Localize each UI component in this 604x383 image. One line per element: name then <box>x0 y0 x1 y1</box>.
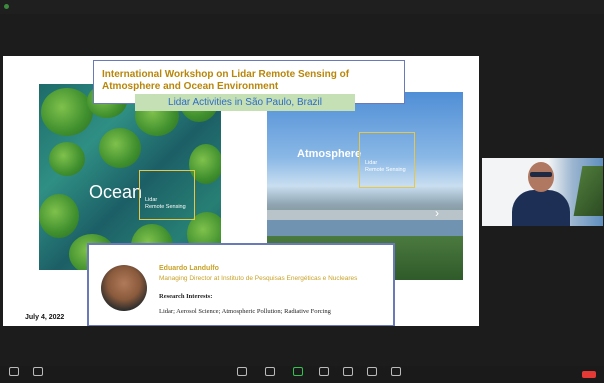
ocean-frame <box>139 170 195 220</box>
chevron-right-icon[interactable]: › <box>435 206 439 220</box>
reactions-icon <box>367 367 377 376</box>
mic-button[interactable] <box>4 367 24 376</box>
slide-date: July 4, 2022 <box>25 314 65 321</box>
window-titlebar <box>0 0 604 14</box>
mic-icon <box>9 367 19 376</box>
atmosphere-sub-label: Lidar Remote Sensing <box>365 160 406 173</box>
participants-icon <box>265 367 275 376</box>
reactions-button[interactable] <box>362 367 382 376</box>
research-heading: Research Interests: <box>159 293 213 300</box>
record-button[interactable] <box>338 367 358 376</box>
presenter-card: Eduardo Landulfo Managing Director at In… <box>87 243 395 326</box>
research-list: Lidar; Aerosol Science; Atmospheric Poll… <box>159 308 331 315</box>
camera-icon <box>33 367 43 376</box>
atmosphere-label: Atmosphere <box>297 148 362 160</box>
app-status-icon <box>4 4 9 9</box>
shared-slide: Ocean Lidar Remote Sensing Atmosphere Li… <box>3 56 479 326</box>
participant-video-tile[interactable] <box>482 158 603 226</box>
chat-button[interactable] <box>314 367 334 376</box>
security-button[interactable] <box>232 367 252 376</box>
ocean-sub-label: Lidar Remote Sensing <box>145 197 186 210</box>
presenter-role: Managing Director at Instituto de Pesqui… <box>159 275 358 282</box>
apps-button[interactable] <box>386 367 406 376</box>
share-screen-icon <box>293 367 303 376</box>
camera-button[interactable] <box>28 367 48 376</box>
security-icon <box>237 367 247 376</box>
chat-icon <box>319 367 329 376</box>
presenter-name: Eduardo Landulfo <box>159 265 219 272</box>
end-meeting-button[interactable] <box>582 371 596 378</box>
record-icon <box>343 367 353 376</box>
meeting-toolbar <box>0 366 604 383</box>
participants-button[interactable] <box>260 367 280 376</box>
ocean-label: Ocean <box>89 182 143 202</box>
slide-subtitle: Lidar Activities in São Paulo, Brazil <box>135 94 355 111</box>
apps-icon <box>391 367 401 376</box>
share-screen-button[interactable] <box>288 367 308 376</box>
slide-title: International Workshop on Lidar Remote S… <box>102 69 350 92</box>
presenter-photo <box>101 265 147 311</box>
